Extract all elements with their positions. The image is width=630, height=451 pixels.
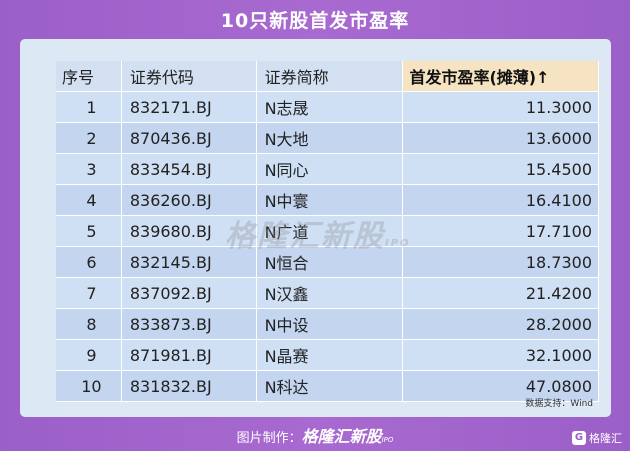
table-row[interactable]: 10 831832.BJ N科达 47.0800 xyxy=(56,370,599,402)
cell-code: 836260.BJ xyxy=(121,184,257,216)
brand-logo-icon: G xyxy=(572,431,586,445)
data-source-note: 数据支持：Wind xyxy=(525,399,593,409)
table-row[interactable]: 2 870436.BJ N大地 13.6000 xyxy=(56,122,599,154)
header-rank[interactable]: 序号 xyxy=(56,61,122,92)
cell-pe: 17.7100 xyxy=(402,215,599,247)
cell-name: N科达 xyxy=(256,370,404,402)
table-row[interactable]: 6 832145.BJ N恒合 18.7300 xyxy=(56,246,599,278)
table-header-row: 序号 证券代码 证券简称 首发市盈率(摊薄)↑ xyxy=(56,61,599,92)
cell-code: 871981.BJ xyxy=(121,339,257,371)
table-row[interactable]: 4 836260.BJ N中寰 16.4100 xyxy=(56,184,599,216)
cell-name: N志晟 xyxy=(256,91,404,123)
cell-code: 831832.BJ xyxy=(121,370,257,402)
cell-pe: 16.4100 xyxy=(402,184,599,216)
cell-rank: 3 xyxy=(56,153,122,185)
table-row[interactable]: 5 839680.BJ N广道 17.7100 xyxy=(56,215,599,247)
cell-pe: 28.2000 xyxy=(402,308,599,340)
cell-pe: 15.4500 xyxy=(402,153,599,185)
table-row[interactable]: 9 871981.BJ N晶赛 32.1000 xyxy=(56,339,599,371)
cell-rank: 6 xyxy=(56,246,122,278)
cell-code: 837092.BJ xyxy=(121,277,257,309)
cell-name: N大地 xyxy=(256,122,404,154)
cell-pe: 13.6000 xyxy=(402,122,599,154)
cell-name: N晶赛 xyxy=(256,339,404,371)
cell-rank: 5 xyxy=(56,215,122,247)
cell-name: N恒合 xyxy=(256,246,404,278)
cell-code: 832145.BJ xyxy=(121,246,257,278)
table-row[interactable]: 3 833454.BJ N同心 15.4500 xyxy=(56,153,599,185)
corner-brand-text: 格隆汇 xyxy=(589,432,622,445)
cell-rank: 8 xyxy=(56,308,122,340)
header-pe-sorted[interactable]: 首发市盈率(摊薄)↑ xyxy=(402,61,599,92)
corner-logo: G 格隆汇 xyxy=(572,430,622,446)
cell-name: N中设 xyxy=(256,308,404,340)
table-card: 序号 证券代码 证券简称 首发市盈率(摊薄)↑ 1 832171.BJ N志晟 11.… xyxy=(20,39,611,417)
header-code[interactable]: 证券代码 xyxy=(121,61,257,92)
table-row[interactable]: 8 833873.BJ N中设 28.2000 xyxy=(56,308,599,340)
cell-code: 870436.BJ xyxy=(121,122,257,154)
page-title: 10只新股首发市盈率 xyxy=(220,10,410,32)
cell-rank: 4 xyxy=(56,184,122,216)
cell-code: 833873.BJ xyxy=(121,308,257,340)
cell-rank: 9 xyxy=(56,339,122,371)
footer-brand: 格隆汇新股 xyxy=(301,427,382,446)
cell-name: N广道 xyxy=(256,215,404,247)
cell-code: 832171.BJ xyxy=(121,91,257,123)
footer-prefix: 图片制作： xyxy=(236,431,302,446)
table-row[interactable]: 7 837092.BJ N汉鑫 21.4200 xyxy=(56,277,599,309)
cell-pe: 21.4200 xyxy=(402,277,599,309)
cell-rank: 7 xyxy=(56,277,122,309)
cell-name: N同心 xyxy=(256,153,404,185)
cell-rank: 1 xyxy=(56,91,122,123)
cell-name: N中寰 xyxy=(256,184,404,216)
footer-suffix: IPO xyxy=(381,436,394,444)
cell-pe: 11.3000 xyxy=(402,91,599,123)
footer-credit: 图片制作：格隆汇新股IPO xyxy=(0,426,630,448)
cell-name: N汉鑫 xyxy=(256,277,404,309)
cell-pe: 32.1000 xyxy=(402,339,599,371)
cell-rank: 2 xyxy=(56,122,122,154)
header-name[interactable]: 证券简称 xyxy=(256,61,404,92)
cell-code: 839680.BJ xyxy=(121,215,257,247)
cell-code: 833454.BJ xyxy=(121,153,257,185)
pe-table: 序号 证券代码 证券简称 首发市盈率(摊薄)↑ 1 832171.BJ N志晟 11.… xyxy=(56,61,599,402)
table-row[interactable]: 1 832171.BJ N志晟 11.3000 xyxy=(56,91,599,123)
cell-pe: 18.7300 xyxy=(402,246,599,278)
cell-rank: 10 xyxy=(56,370,122,402)
